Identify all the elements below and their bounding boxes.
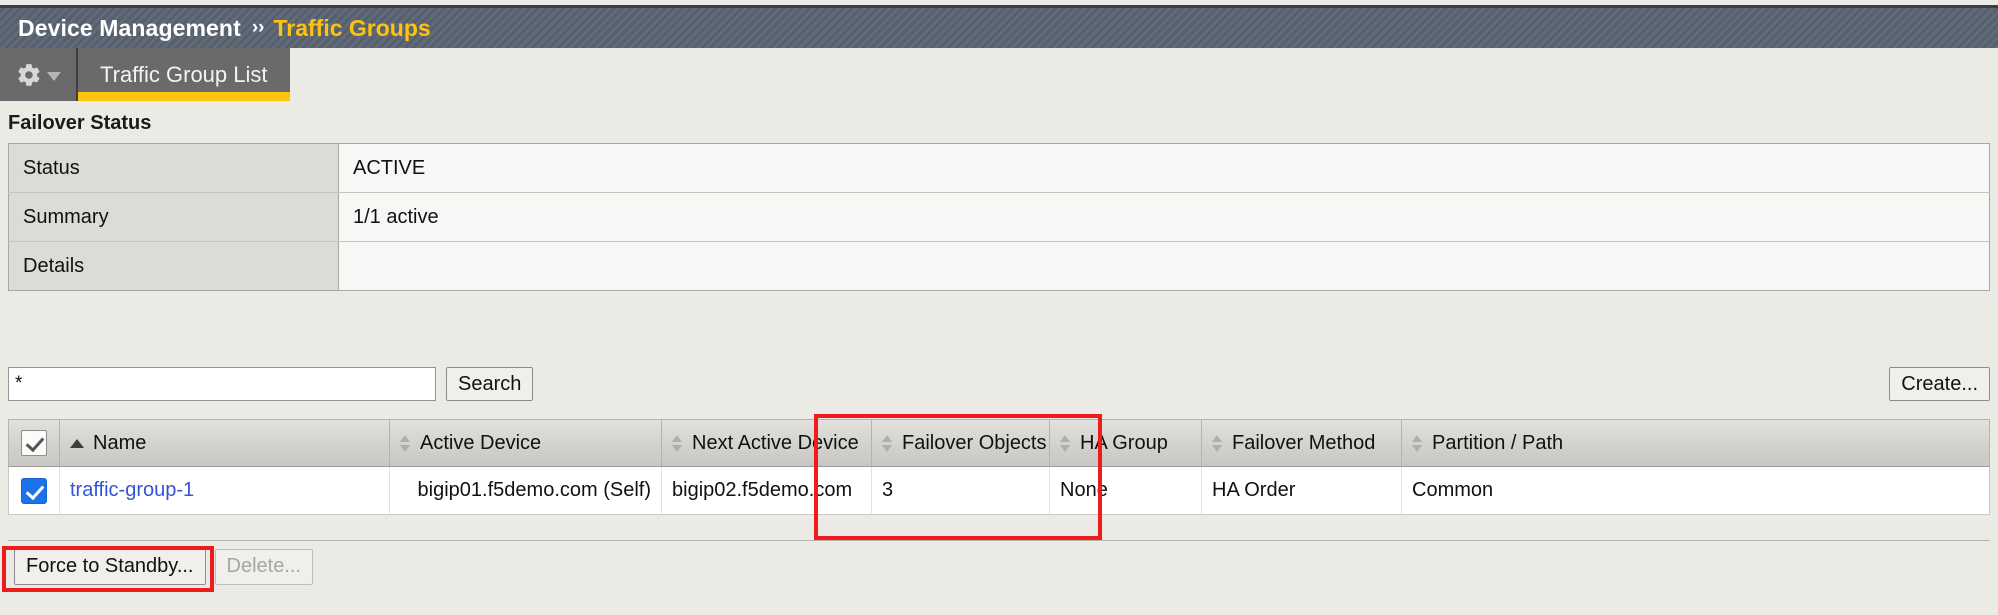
tab-traffic-group-list[interactable]: Traffic Group List <box>78 48 290 101</box>
failover-summary-label: Summary <box>8 192 339 242</box>
sort-toggle-icon <box>1412 434 1423 452</box>
column-label: Failover Objects <box>902 431 1047 454</box>
traffic-groups-page: Device Management ›› Traffic Groups Traf… <box>0 0 1998 615</box>
column-header-failover-method[interactable]: Failover Method <box>1202 419 1402 467</box>
failover-status-table: Status ACTIVE Summary 1/1 active Details <box>8 143 1990 291</box>
failover-status-label: Status <box>8 143 339 193</box>
row-select-cell[interactable] <box>8 467 60 515</box>
traffic-group-link[interactable]: traffic-group-1 <box>70 479 194 501</box>
chevron-down-icon <box>46 72 61 81</box>
select-all-header[interactable] <box>8 419 60 467</box>
table-action-bar: Force to Standby... Delete... <box>8 540 1990 592</box>
breadcrumb: Device Management ›› Traffic Groups <box>0 5 1998 48</box>
column-header-failover-objects[interactable]: Failover Objects <box>872 419 1050 467</box>
cell-next-active-device: bigip02.f5demo.com <box>662 467 872 515</box>
page-title: Failover Status <box>8 112 152 134</box>
cell-failover-method: HA Order <box>1202 467 1402 515</box>
breadcrumb-separator-icon: ›› <box>251 17 265 38</box>
cell-active-device: bigip01.f5demo.com (Self) <box>390 467 662 515</box>
breadcrumb-root[interactable]: Device Management <box>18 15 241 42</box>
breadcrumb-current: Traffic Groups <box>273 14 431 41</box>
search-toolbar: Search Create... <box>8 367 1990 403</box>
sort-toggle-icon <box>1212 434 1223 452</box>
traffic-groups-table: Name Active Device Next Active Device Fa… <box>8 419 1990 515</box>
column-header-partition-path[interactable]: Partition / Path <box>1402 419 1990 467</box>
delete-button: Delete... <box>214 548 313 585</box>
failover-details-value <box>338 241 1990 291</box>
gear-icon <box>16 62 42 88</box>
column-header-next-active-device[interactable]: Next Active Device <box>662 419 872 467</box>
sort-ascending-icon <box>70 438 84 448</box>
table-row: Status ACTIVE <box>8 143 1990 193</box>
column-label: Active Device <box>420 431 542 454</box>
cell-partition-path: Common <box>1402 467 1990 515</box>
column-header-active-device[interactable]: Active Device <box>390 419 662 467</box>
cell-name: traffic-group-1 <box>60 467 390 515</box>
table-row[interactable]: traffic-group-1 bigip01.f5demo.com (Self… <box>8 467 1990 515</box>
force-to-standby-button[interactable]: Force to Standby... <box>14 548 206 585</box>
column-label: Partition / Path <box>1432 431 1564 454</box>
search-button[interactable]: Search <box>446 367 534 401</box>
column-label: Name <box>93 431 147 454</box>
column-label: Failover Method <box>1232 431 1376 454</box>
sort-toggle-icon <box>1060 434 1071 452</box>
cell-ha-group: None <box>1050 467 1202 515</box>
create-button[interactable]: Create... <box>1889 367 1990 401</box>
table-row: Details <box>8 241 1990 291</box>
failover-summary-value: 1/1 active <box>338 192 1990 242</box>
search-input[interactable] <box>8 367 436 401</box>
failover-status-value: ACTIVE <box>338 143 1990 193</box>
column-label: HA Group <box>1080 431 1168 454</box>
row-checkbox[interactable] <box>21 477 47 504</box>
table-row: Summary 1/1 active <box>8 192 1990 242</box>
sort-toggle-icon <box>672 434 683 452</box>
tab-strip: Traffic Group List <box>0 48 1998 101</box>
tab-label: Traffic Group List <box>100 61 268 87</box>
cell-failover-objects: 3 <box>872 467 1050 515</box>
column-header-name[interactable]: Name <box>60 419 390 467</box>
sort-toggle-icon <box>400 434 411 452</box>
select-all-checkbox[interactable] <box>21 430 47 456</box>
table-header-row: Name Active Device Next Active Device Fa… <box>8 419 1990 467</box>
column-header-ha-group[interactable]: HA Group <box>1050 419 1202 467</box>
column-label: Next Active Device <box>692 431 859 454</box>
gear-menu-button[interactable] <box>0 48 78 101</box>
sort-toggle-icon <box>882 434 893 452</box>
failover-details-label: Details <box>8 241 339 291</box>
